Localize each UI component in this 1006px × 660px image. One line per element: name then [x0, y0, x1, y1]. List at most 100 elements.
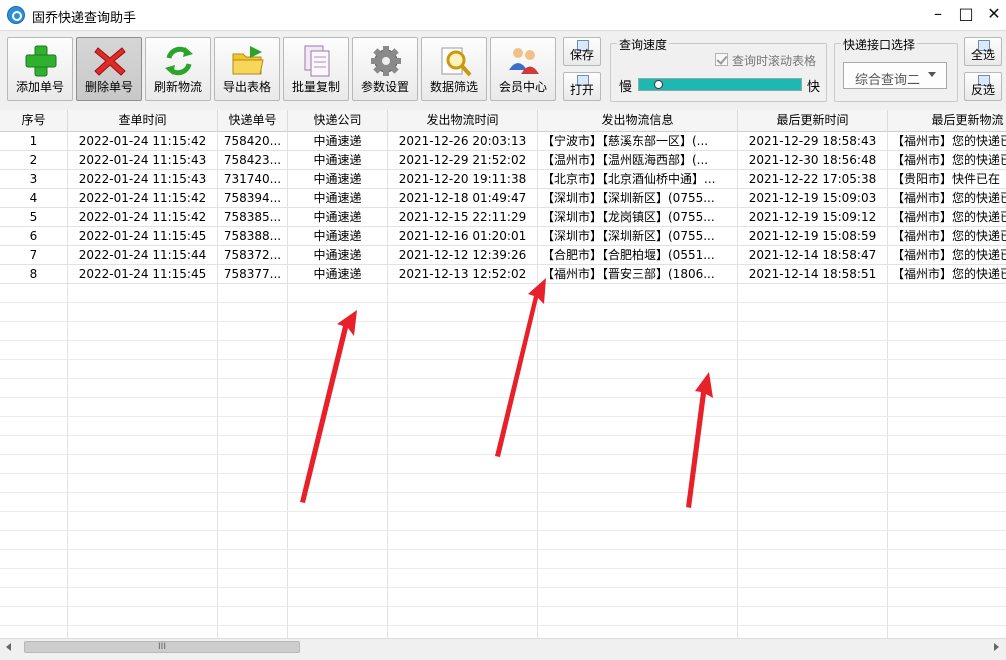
table-cell[interactable]: 758423... [218, 151, 288, 170]
select-all-label: 全选 [970, 48, 995, 62]
users-icon [509, 48, 539, 74]
table-cell[interactable]: 2021-12-13 12:52:02 [388, 265, 538, 284]
table-cell[interactable]: 2021-12-19 15:09:03 [738, 189, 888, 208]
invert-selection-button[interactable]: 反选 [964, 72, 1002, 101]
delete-number-button[interactable]: 删除单号 [76, 37, 142, 101]
table-cell[interactable]: 中通速递 [288, 189, 388, 208]
table-cell[interactable]: 【贵阳市】快件已在 [888, 170, 1006, 189]
column-header[interactable]: 快递公司 [288, 110, 388, 132]
table-cell[interactable]: 2021-12-19 15:08:59 [738, 227, 888, 246]
table-cell[interactable]: 2021-12-15 22:11:29 [388, 208, 538, 227]
column-header[interactable]: 最后更新物流 [888, 110, 1006, 132]
table-cell[interactable]: 2022-01-24 11:15:42 [68, 189, 218, 208]
table-cell[interactable]: 中通速递 [288, 227, 388, 246]
table-cell[interactable]: 2022-01-24 11:15:45 [68, 227, 218, 246]
table-cell[interactable]: 【深圳市】【龙岗镇区】(0755... [538, 208, 738, 227]
table-cell[interactable]: 【福州市】您的快递已 [888, 132, 1006, 151]
table-cell[interactable]: 5 [0, 208, 68, 227]
table-cell[interactable]: 2021-12-12 12:39:26 [388, 246, 538, 265]
table-cell[interactable]: 【福州市】您的快递已 [888, 265, 1006, 284]
table-cell[interactable]: 758388... [218, 227, 288, 246]
scroll-left-icon[interactable] [6, 643, 11, 651]
table-cell[interactable]: 1 [0, 132, 68, 151]
table-cell[interactable]: 2022-01-24 11:15:44 [68, 246, 218, 265]
column-header[interactable]: 发出物流信息 [538, 110, 738, 132]
horizontal-scrollbar[interactable]: III [0, 638, 1006, 656]
table-cell[interactable]: 2022-01-24 11:15:43 [68, 151, 218, 170]
table-cell[interactable]: 2021-12-16 01:20:01 [388, 227, 538, 246]
parameter-settings-button[interactable]: 参数设置 [352, 37, 418, 101]
open-button[interactable]: 打开 [563, 72, 601, 101]
select-all-button[interactable]: 全选 [964, 37, 1002, 66]
column-header[interactable]: 快递单号 [218, 110, 288, 132]
table-cell[interactable]: 2022-01-24 11:15:43 [68, 170, 218, 189]
column-header[interactable]: 最后更新时间 [738, 110, 888, 132]
speed-slider[interactable] [638, 78, 802, 91]
table-cell[interactable]: 2021-12-30 18:56:48 [738, 151, 888, 170]
scroll-right-icon[interactable] [994, 643, 999, 651]
api-select[interactable]: 综合查询二 [843, 62, 947, 89]
table-cell[interactable]: 2021-12-14 18:58:51 [738, 265, 888, 284]
table-cell[interactable]: 【福州市】您的快递已 [888, 208, 1006, 227]
column-header[interactable]: 查单时间 [68, 110, 218, 132]
table-cell[interactable]: 【深圳市】【深圳新区】(0755... [538, 227, 738, 246]
table-cell[interactable]: 【福州市】您的快递已 [888, 151, 1006, 170]
table-cell[interactable]: 6 [0, 227, 68, 246]
speed-slider-thumb[interactable] [654, 80, 663, 89]
table-cell[interactable]: 中通速递 [288, 132, 388, 151]
save-button[interactable]: 保存 [563, 37, 601, 66]
batch-copy-button[interactable]: 批量复制 [283, 37, 349, 101]
table-cell[interactable]: 【福州市】您的快递已 [888, 227, 1006, 246]
table-cell[interactable]: 【合肥市】【合肥柏堰】(0551... [538, 246, 738, 265]
table-cell[interactable]: 【深圳市】【深圳新区】(0755... [538, 189, 738, 208]
table-cell[interactable]: 中通速递 [288, 208, 388, 227]
table-cell[interactable]: 中通速递 [288, 265, 388, 284]
table-cell[interactable]: 758385... [218, 208, 288, 227]
table-cell[interactable]: 【福州市】【晋安三部】(1806... [538, 265, 738, 284]
add-number-button[interactable]: 添加单号 [7, 37, 73, 101]
table-cell[interactable]: 758377... [218, 265, 288, 284]
table-cell[interactable]: 2021-12-14 18:58:47 [738, 246, 888, 265]
table-cell[interactable]: 7 [0, 246, 68, 265]
table-cell[interactable]: 758420... [218, 132, 288, 151]
table-cell[interactable]: 3 [0, 170, 68, 189]
table-cell[interactable]: 中通速递 [288, 151, 388, 170]
table-cell[interactable]: 2021-12-22 17:05:38 [738, 170, 888, 189]
column-header[interactable]: 发出物流时间 [388, 110, 538, 132]
scroll-table-checkbox[interactable] [715, 53, 728, 66]
column-header[interactable]: 序号 [0, 110, 68, 132]
member-center-button[interactable]: 会员中心 [490, 37, 556, 101]
export-table-button[interactable]: 导出表格 [214, 37, 280, 101]
table-cell[interactable]: 2021-12-18 01:49:47 [388, 189, 538, 208]
table-cell[interactable]: 4 [0, 189, 68, 208]
table-cell[interactable]: 2021-12-20 19:11:38 [388, 170, 538, 189]
maximize-button[interactable]: □ [952, 3, 980, 25]
table-cell[interactable]: 中通速递 [288, 170, 388, 189]
export-folder-icon [232, 46, 264, 75]
table-cell[interactable]: 758372... [218, 246, 288, 265]
table-cell[interactable]: 731740... [218, 170, 288, 189]
table-cell[interactable]: 中通速递 [288, 246, 388, 265]
table-cell[interactable]: 2 [0, 151, 68, 170]
grid-line [387, 132, 388, 638]
table-cell[interactable]: 2022-01-24 11:15:42 [68, 132, 218, 151]
table-cell[interactable]: 2022-01-24 11:15:42 [68, 208, 218, 227]
table-cell[interactable]: 2021-12-19 15:09:12 [738, 208, 888, 227]
grid-line [287, 132, 288, 638]
scrollbar-thumb[interactable]: III [24, 641, 300, 653]
refresh-logistics-button[interactable]: 刷新物流 [145, 37, 211, 101]
table-cell[interactable]: 8 [0, 265, 68, 284]
table-cell[interactable]: 【福州市】您的快递已 [888, 246, 1006, 265]
table-cell[interactable]: 2022-01-24 11:15:45 [68, 265, 218, 284]
table-cell[interactable]: 758394... [218, 189, 288, 208]
minimize-button[interactable]: – [924, 3, 952, 25]
data-filter-button[interactable]: 数据筛选 [421, 37, 487, 101]
table-cell[interactable]: 2021-12-29 18:58:43 [738, 132, 888, 151]
table-cell[interactable]: 【福州市】您的快递已 [888, 189, 1006, 208]
table-cell[interactable]: 2021-12-29 21:52:02 [388, 151, 538, 170]
table-cell[interactable]: 2021-12-26 20:03:13 [388, 132, 538, 151]
table-cell[interactable]: 【温州市】【温州瓯海西部】(... [538, 151, 738, 170]
table-cell[interactable]: 【北京市】【北京酒仙桥中通】... [538, 170, 738, 189]
table-cell[interactable]: 【宁波市】【慈溪东部一区】(... [538, 132, 738, 151]
close-button[interactable]: ✕ [980, 3, 1006, 25]
